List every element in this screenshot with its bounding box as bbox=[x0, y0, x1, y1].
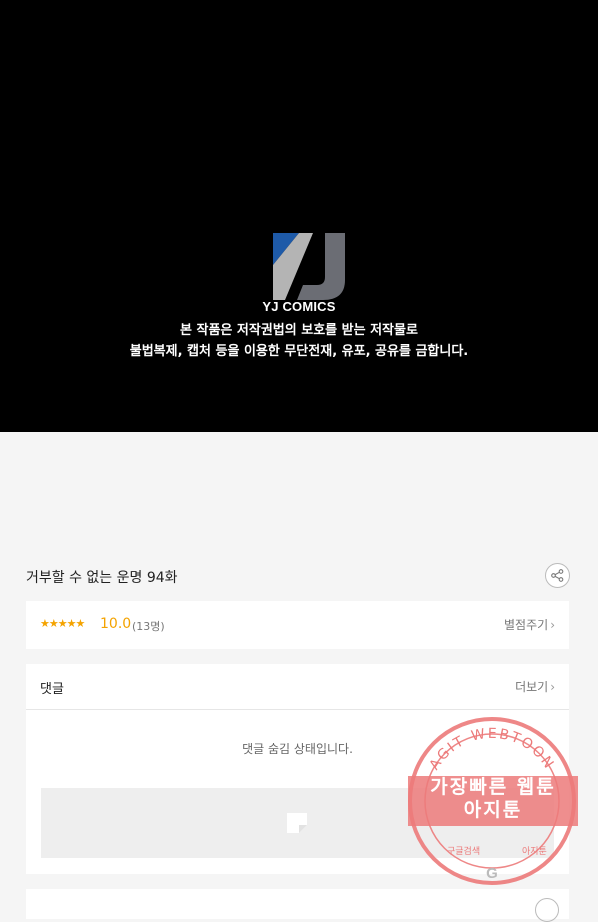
share-button[interactable] bbox=[545, 563, 570, 588]
next-section-card bbox=[26, 889, 569, 922]
rating-score: 10.0 bbox=[100, 616, 132, 632]
watermark-line-2: 아지툰 bbox=[463, 799, 523, 821]
watermark-band: 가장빠른 웹툰 아지툰 bbox=[408, 776, 578, 826]
star-rating: ★★★★★ bbox=[40, 617, 85, 630]
brand-name: YJ COMICS bbox=[262, 299, 336, 314]
copyright-notice: 본 작품은 저작권법의 보호를 받는 저작물로 불법복제, 캡처 등을 이용한 … bbox=[0, 320, 598, 362]
notice-line-1: 본 작품은 저작권법의 보호를 받는 저작물로 bbox=[180, 323, 418, 338]
episode-title: 거부할 수 없는 운명 94화 bbox=[26, 570, 178, 586]
chevron-right-icon: › bbox=[550, 680, 555, 694]
share-icon bbox=[551, 569, 564, 582]
more-label: 더보기 bbox=[515, 680, 549, 694]
comments-title: 댓글 bbox=[40, 682, 64, 697]
circle-button[interactable] bbox=[535, 898, 559, 922]
chevron-right-icon: › bbox=[550, 618, 555, 632]
watermark-line-1: 가장빠른 웹툰 bbox=[430, 776, 556, 798]
image-placeholder-icon bbox=[287, 813, 307, 833]
episode-header: 거부할 수 없는 운명 94화 bbox=[26, 563, 570, 589]
rating-count: (13명) bbox=[132, 620, 165, 633]
comments-header: 댓글 더보기 › bbox=[26, 664, 569, 710]
copyright-banner: YJ COMICS 본 작품은 저작권법의 보호를 받는 저작물로 불법복제, … bbox=[0, 0, 598, 432]
comments-hidden-message: 댓글 숨김 상태입니다. bbox=[242, 742, 353, 756]
comments-card: 댓글 더보기 › 댓글 숨김 상태입니다. bbox=[26, 664, 569, 874]
rate-button[interactable]: 별점주기 › bbox=[504, 616, 555, 633]
notice-line-2: 불법복제, 캡처 등을 이용한 무단전재, 유포, 공유를 금합니다. bbox=[129, 344, 469, 359]
rating-card: ★★★★★ 10.0 (13명) 별점주기 › bbox=[26, 601, 569, 649]
yj-comics-logo bbox=[273, 233, 345, 300]
rate-label: 별점주기 bbox=[504, 618, 549, 632]
comments-more-button[interactable]: 더보기 › bbox=[515, 678, 555, 695]
